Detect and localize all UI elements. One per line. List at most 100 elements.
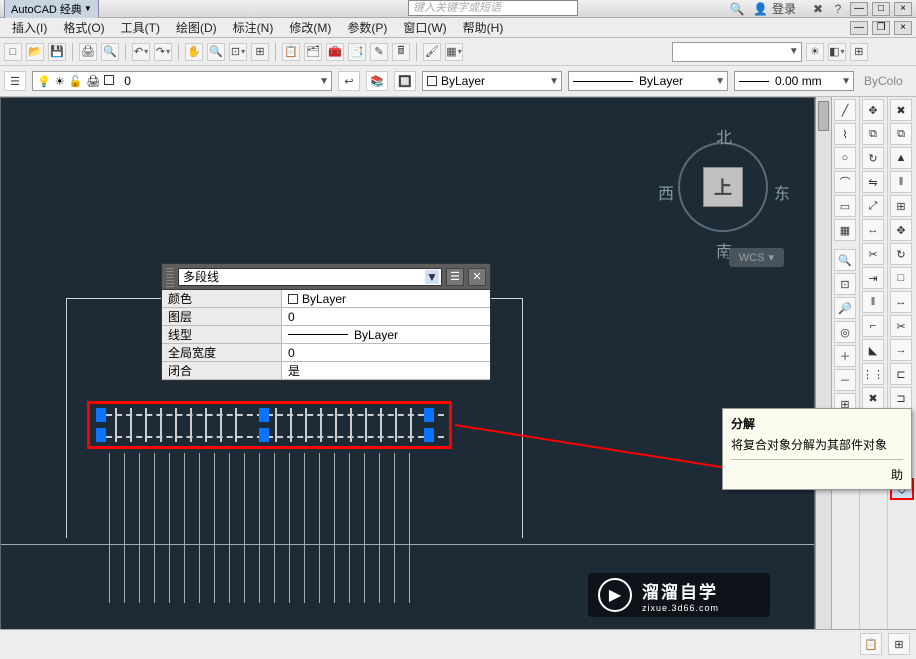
search-input[interactable]: 键入关键字或短语: [408, 0, 578, 16]
rotate-button[interactable]: ↻: [890, 243, 912, 265]
selection-grip[interactable]: [424, 428, 434, 442]
stretch-button[interactable]: ↔: [862, 219, 884, 241]
menu-insert[interactable]: 插入(I): [4, 17, 55, 38]
scrollbar-thumb[interactable]: [818, 101, 829, 131]
redo-button[interactable]: ↷: [154, 43, 172, 61]
exchange-icon[interactable]: ✖: [810, 2, 826, 16]
save-button[interactable]: 💾: [48, 43, 66, 61]
doc-restore-button[interactable]: ❐: [872, 21, 890, 35]
zoom-center-button[interactable]: ◎: [834, 321, 856, 343]
layer-properties-button[interactable]: ☰: [4, 71, 26, 91]
erase-button[interactable]: ✖: [890, 99, 912, 121]
visual-style-button[interactable]: ◧: [828, 43, 846, 61]
design-center-button[interactable]: 🗂: [304, 43, 322, 61]
pan-button[interactable]: ✋: [185, 43, 203, 61]
prop-value[interactable]: 是: [282, 362, 490, 379]
status-icon[interactable]: ⊞: [888, 633, 910, 655]
menu-modify[interactable]: 修改(M): [281, 17, 339, 38]
array-button[interactable]: ⋮⋮: [862, 363, 884, 385]
quick-properties-panel[interactable]: 多段线 ▼ ☰ ✕ 颜色ByLayer 图层0 线型ByLayer 全局宽度0 …: [161, 263, 491, 381]
extend-button[interactable]: →: [890, 339, 912, 361]
layer-combo[interactable]: 💡 ☀ 🔓 🖨 0 ▼: [32, 71, 332, 91]
selection-grip[interactable]: [259, 408, 269, 422]
scale-button[interactable]: ⤢: [862, 195, 884, 217]
selection-grip[interactable]: [96, 408, 106, 422]
prop-value[interactable]: 0: [282, 308, 490, 325]
view-cube[interactable]: 上 北 南 西 东: [654, 118, 794, 258]
zoom-in-button[interactable]: ＋: [834, 345, 856, 367]
copy-button[interactable]: ⧉: [890, 123, 912, 145]
rotate-button[interactable]: ↻: [862, 147, 884, 169]
match-props-button[interactable]: 🖌: [423, 43, 441, 61]
offset-button[interactable]: ‖: [862, 291, 884, 313]
menu-format[interactable]: 格式(O): [55, 17, 112, 38]
stretch-button[interactable]: ↔: [890, 291, 912, 313]
trim-button[interactable]: ✂: [862, 243, 884, 265]
menu-tools[interactable]: 工具(T): [113, 17, 168, 38]
viewcube-west[interactable]: 西: [658, 180, 674, 204]
move-button[interactable]: ✥: [890, 219, 912, 241]
linetype-combo[interactable]: ByLayer ▼: [568, 71, 728, 91]
break-button[interactable]: ⊏: [890, 363, 912, 385]
zoom-window-button[interactable]: 🔍: [834, 249, 856, 271]
chamfer-button[interactable]: ◣: [862, 339, 884, 361]
maximize-button[interactable]: □: [872, 2, 890, 16]
color-combo[interactable]: ByLayer ▼: [422, 71, 562, 91]
rectangle-button[interactable]: ▭: [834, 195, 856, 217]
preview-button[interactable]: 🔍: [101, 43, 119, 61]
markup-button[interactable]: ✎: [370, 43, 388, 61]
object-type-combo[interactable]: 多段线 ▼: [178, 268, 442, 286]
line-button[interactable]: ╱: [834, 99, 856, 121]
minimize-button[interactable]: —: [850, 2, 868, 16]
vertical-scrollbar[interactable]: [815, 97, 831, 642]
zoom-out-button[interactable]: －: [834, 369, 856, 391]
zoom-extents-button[interactable]: ⊡: [834, 273, 856, 295]
help-icon[interactable]: ?: [830, 2, 846, 16]
join-button[interactable]: ⊐: [890, 387, 912, 409]
menu-help[interactable]: 帮助(H): [455, 17, 512, 38]
properties-button[interactable]: 📋: [282, 43, 300, 61]
menu-window[interactable]: 窗口(W): [395, 17, 454, 38]
calculator-button[interactable]: 🖩: [392, 43, 410, 61]
prop-value[interactable]: ByLayer: [282, 326, 490, 343]
doc-minimize-button[interactable]: —: [850, 21, 868, 35]
polyline-button[interactable]: ⌇: [834, 123, 856, 145]
extend-button[interactable]: ⇥: [862, 267, 884, 289]
plot-button[interactable]: 🖨: [79, 43, 97, 61]
panel-grip[interactable]: [166, 267, 174, 287]
workspace-dropdown[interactable]: AutoCAD 经典 ▼: [4, 0, 99, 19]
trim-button[interactable]: ✂: [890, 315, 912, 337]
viewcube-east[interactable]: 东: [774, 180, 790, 204]
selection-grip[interactable]: [424, 408, 434, 422]
doc-close-button[interactable]: ×: [894, 21, 912, 35]
viewcube-top[interactable]: 上: [703, 167, 743, 207]
close-button[interactable]: ×: [894, 2, 912, 16]
offset-button[interactable]: ‖: [890, 171, 912, 193]
fillet-button[interactable]: ⌐: [862, 315, 884, 337]
selection-grip[interactable]: [96, 428, 106, 442]
block-button[interactable]: ▦: [445, 43, 463, 61]
sheet-set-button[interactable]: 📑: [348, 43, 366, 61]
wcs-label[interactable]: WCS▾: [729, 248, 784, 267]
menu-dimension[interactable]: 标注(N): [225, 17, 282, 38]
login-button[interactable]: 👤 登录: [753, 0, 796, 17]
layer-previous-button[interactable]: ↩: [338, 71, 360, 91]
tool-palettes-button[interactable]: 🧰: [326, 43, 344, 61]
render-button[interactable]: ☀: [806, 43, 824, 61]
style-combo[interactable]: ▼: [672, 42, 802, 62]
scale-button[interactable]: □: [890, 267, 912, 289]
prop-value[interactable]: ByLayer: [282, 290, 490, 307]
zoom-button[interactable]: 🔎: [834, 297, 856, 319]
status-icon[interactable]: 📋: [860, 633, 882, 655]
zoom-window-button[interactable]: ⊡: [229, 43, 247, 61]
hatch-button[interactable]: ▦: [834, 219, 856, 241]
lineweight-combo[interactable]: 0.00 mm ▼: [734, 71, 854, 91]
array-button[interactable]: ⊞: [890, 195, 912, 217]
mirror-button[interactable]: ⇋: [862, 171, 884, 193]
menu-parametric[interactable]: 参数(P): [339, 17, 395, 38]
search-icon[interactable]: 🔍: [729, 2, 745, 16]
move-button[interactable]: ✥: [862, 99, 884, 121]
layer-states-button[interactable]: 📚: [366, 71, 388, 91]
circle-button[interactable]: ○: [834, 147, 856, 169]
new-button[interactable]: □: [4, 43, 22, 61]
